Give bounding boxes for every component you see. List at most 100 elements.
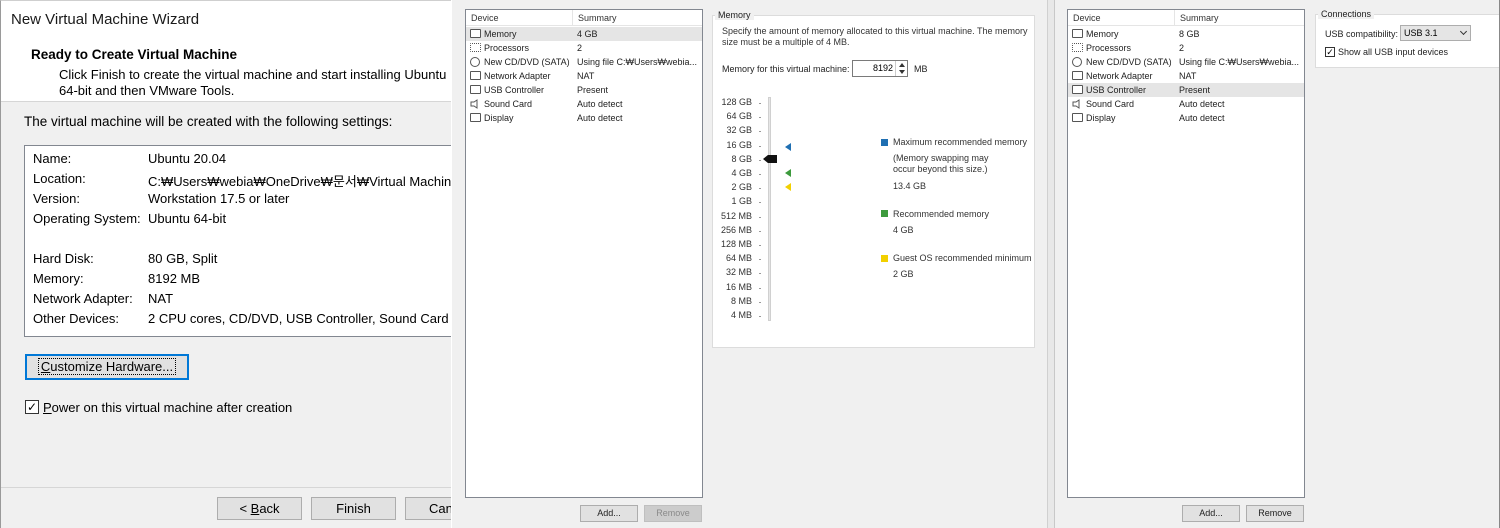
device-row-sound-card[interactable]: Sound Card Auto detect bbox=[466, 97, 702, 111]
power-on-label[interactable]: Power on this virtual machine after crea… bbox=[43, 400, 292, 415]
remove-device-button[interactable]: Remove bbox=[644, 505, 702, 522]
device-row-display[interactable]: Display Auto detect bbox=[1068, 111, 1304, 125]
memory-scale-tick-label: 4 GB bbox=[731, 168, 752, 178]
recommended-value: 4 GB bbox=[893, 225, 914, 235]
memory-scale-tick-label: 1 GB bbox=[731, 196, 752, 207]
window-title: New Virtual Machine Wizard bbox=[11, 11, 200, 28]
memory-group-title: Memory bbox=[715, 10, 754, 20]
new-vm-wizard-window: New Virtual Machine Wizard Ready to Crea… bbox=[0, 0, 451, 528]
memory-icon bbox=[1072, 29, 1083, 38]
summary-key: Operating System: bbox=[33, 211, 141, 226]
device-list-header: Device Summary bbox=[466, 10, 702, 26]
minimum-swatch bbox=[881, 255, 888, 262]
column-device: Device bbox=[471, 13, 499, 23]
memory-scale-tick bbox=[759, 259, 761, 261]
memory-scale-tick bbox=[759, 287, 761, 289]
memory-scale-tick-label: 128 GB bbox=[721, 97, 752, 107]
memory-scale-tick-label: 128 MB bbox=[720, 239, 752, 249]
minimum-title: Guest OS recommended minimum bbox=[893, 253, 1032, 263]
show-all-usb-label[interactable]: Show all USB input devices bbox=[1338, 47, 1448, 57]
spin-up-icon[interactable] bbox=[899, 63, 905, 67]
connections-group-title: Connections bbox=[1318, 9, 1375, 19]
recommended-title: Recommended memory bbox=[893, 209, 990, 219]
power-on-checkbox[interactable]: ✓ bbox=[25, 400, 39, 414]
memory-slider-track[interactable] bbox=[768, 97, 771, 321]
device-row-network-adapter[interactable]: Network Adapter NAT bbox=[466, 69, 702, 83]
device-row-sound-card[interactable]: Sound Card Auto detect bbox=[1068, 97, 1304, 111]
connections-group bbox=[1315, 14, 1499, 68]
summary-key: Name: bbox=[33, 151, 72, 166]
summary-key: Network Adapter: bbox=[33, 291, 133, 306]
customize-hardware-button[interactable]: Customize Hardware... bbox=[25, 354, 189, 380]
memory-scale-tick bbox=[759, 174, 761, 175]
customize-hardware-label: Customize Hardware... bbox=[37, 358, 177, 375]
memory-scale-tick bbox=[759, 131, 761, 133]
usb-compatibility-select[interactable]: USB 3.1 bbox=[1400, 25, 1471, 41]
summary-value: Workstation 17.5 or later bbox=[148, 191, 290, 206]
device-row-network-adapter[interactable]: Network Adapter NAT bbox=[1068, 69, 1304, 83]
device-row-cd-dvd[interactable]: New CD/DVD (SATA) Using file C:₩Users₩we… bbox=[1068, 55, 1304, 69]
show-all-usb-checkbox[interactable]: ✓ bbox=[1325, 47, 1335, 57]
max-recommended-value: 13.4 GB bbox=[893, 181, 927, 191]
summary-value: Ubuntu 20.04 bbox=[148, 151, 227, 166]
spin-down-icon[interactable] bbox=[899, 70, 905, 74]
memory-scale-tick bbox=[759, 103, 761, 104]
memory-scale-tick bbox=[759, 301, 761, 303]
device-row-processors[interactable]: Processors 2 bbox=[466, 41, 702, 55]
max-recommended-title: Maximum recommended memory bbox=[893, 137, 1028, 147]
column-device: Device bbox=[1073, 13, 1101, 23]
chevron-down-icon bbox=[1459, 27, 1468, 36]
back-button[interactable]: < Back bbox=[217, 497, 302, 520]
max-recommended-swatch bbox=[881, 139, 888, 146]
finish-button[interactable]: Finish bbox=[311, 497, 396, 520]
cancel-button[interactable]: Can bbox=[405, 497, 451, 520]
summary-value: 80 GB, Split bbox=[148, 251, 218, 266]
summary-key: Memory: bbox=[33, 271, 84, 286]
settings-summary-box: Name: Ubuntu 20.04 Location: C:₩Users₩we… bbox=[24, 145, 451, 337]
device-row-display[interactable]: Display Auto detect bbox=[466, 111, 702, 125]
summary-key: Hard Disk: bbox=[33, 251, 94, 266]
device-row-memory[interactable]: Memory 4 GB bbox=[466, 27, 702, 41]
memory-scale-tick bbox=[759, 188, 761, 190]
speaker-icon bbox=[470, 99, 481, 109]
device-row-usb-controller[interactable]: USB Controller Present bbox=[1068, 83, 1304, 97]
memory-scale-tick bbox=[759, 145, 761, 147]
display-icon bbox=[1072, 113, 1083, 122]
memory-spinner[interactable] bbox=[895, 61, 907, 76]
vm-settings-memory-panel: Device Summary Memory 4 GB Processors 2 … bbox=[452, 0, 1048, 528]
memory-scale-tick-label: 2 GB bbox=[731, 182, 752, 193]
add-device-button[interactable]: Add... bbox=[580, 505, 638, 522]
memory-scale-tick-label: 32 MB bbox=[725, 267, 752, 278]
recommended-swatch bbox=[881, 210, 888, 217]
device-row-memory[interactable]: Memory 8 GB bbox=[1068, 27, 1304, 41]
usb-icon bbox=[470, 85, 481, 94]
device-list: Device Summary Memory 8 GB Processors 2 … bbox=[1067, 9, 1305, 498]
max-recommended-note: (Memory swapping may occur beyond this s… bbox=[893, 153, 989, 174]
network-icon bbox=[1072, 71, 1083, 80]
summary-key: Version: bbox=[33, 191, 80, 206]
memory-scale-tick bbox=[759, 159, 761, 161]
device-row-cd-dvd[interactable]: New CD/DVD (SATA) Using file C:₩Users₩we… bbox=[466, 55, 702, 69]
summary-key: Other Devices: bbox=[33, 311, 119, 326]
memory-scale-tick bbox=[759, 117, 761, 119]
display-icon bbox=[470, 113, 481, 122]
speaker-icon bbox=[1072, 99, 1083, 109]
cd-dvd-icon bbox=[1072, 57, 1082, 67]
remove-device-button[interactable]: Remove bbox=[1246, 505, 1304, 522]
memory-scale-tick bbox=[759, 316, 761, 317]
add-device-button[interactable]: Add... bbox=[1182, 505, 1240, 522]
page-title: Ready to Create Virtual Machine bbox=[31, 47, 238, 62]
title-bar: New Virtual Machine Wizard bbox=[1, 1, 451, 39]
device-row-processors[interactable]: Processors 2 bbox=[1068, 41, 1304, 55]
memory-size-input[interactable]: 8192 bbox=[852, 60, 908, 77]
memory-scale-tick bbox=[759, 245, 761, 246]
memory-scale-tick-label: 4 MB bbox=[730, 310, 752, 320]
device-list-header: Device Summary bbox=[1068, 10, 1304, 26]
footer-divider bbox=[1, 487, 451, 488]
wizard-header: Ready to Create Virtual Machine Click Fi… bbox=[1, 39, 451, 102]
vm-settings-usb-panel: Device Summary Memory 8 GB Processors 2 … bbox=[1054, 0, 1500, 528]
minimum-marker bbox=[785, 183, 791, 191]
summary-value: 2 CPU cores, CD/DVD, USB Controller, Sou… bbox=[148, 311, 449, 326]
device-row-usb-controller[interactable]: USB Controller Present bbox=[466, 83, 702, 97]
recommended-marker bbox=[785, 169, 791, 177]
